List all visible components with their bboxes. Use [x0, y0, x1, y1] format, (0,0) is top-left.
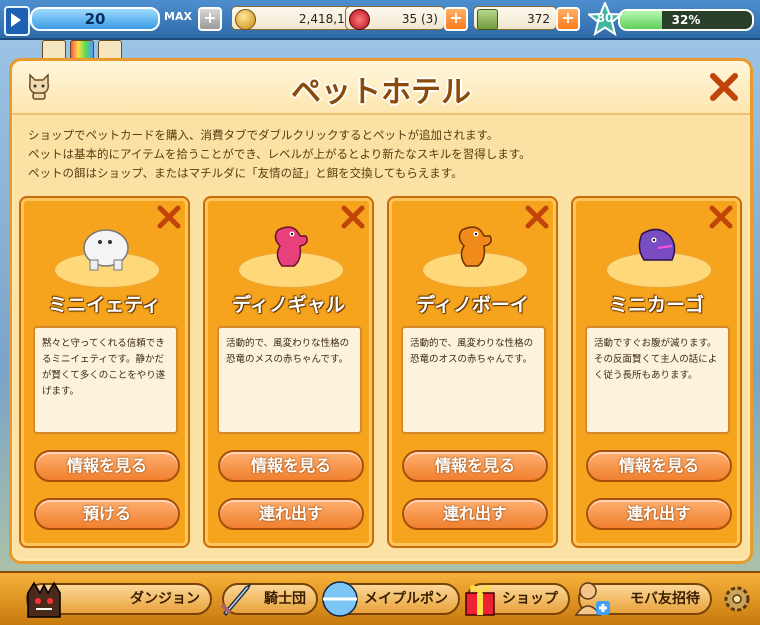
status-bar: 20 MAX + 2,418,106 35 (3) + 372 + 32% 80	[0, 0, 760, 40]
ticket-counter: 372	[473, 6, 557, 30]
desc-line: ペットの餌はショップ、またはマチルダに「友情の証」と餌を交換してもらえます。	[28, 166, 463, 180]
pet-description: 活動的で、風変わりな性格の恐竜のオスの赤ちゃんです。	[401, 326, 546, 434]
gem-plus-button[interactable]: +	[444, 7, 468, 31]
menu-arrow-icon[interactable]	[4, 6, 30, 36]
quick-icon-2[interactable]	[70, 40, 94, 60]
mini-cargo-pet-icon	[628, 220, 688, 272]
dialog-header: ペットホテル	[12, 61, 750, 115]
level-star-icon: 80	[586, 0, 624, 37]
ticket-value: 372	[527, 12, 550, 26]
gold-coin-icon	[235, 9, 256, 30]
pet-name: ディノギャル	[232, 294, 345, 316]
gem-counter: 35 (3)	[345, 6, 445, 30]
nav-label: ショップ	[502, 591, 558, 607]
pet-description: 黙々と守ってくれる信頼できるミニイェティです。静かだが賢くて多くのことをやり遂げ…	[33, 326, 178, 434]
remove-pet-icon[interactable]	[340, 204, 366, 230]
pet-card: ディノボーイ 活動的で、風変わりな性格の恐竜のオスの赤ちゃんです。 情報を見る …	[387, 196, 558, 548]
dino-girl-pet-icon	[260, 220, 320, 272]
bottom-nav: ダンジョン 騎士団 メイプルポン ショップ モバ友招待	[0, 571, 760, 625]
take-out-button[interactable]: 連れ出す	[218, 498, 364, 530]
dialog-title: ペットホテル	[291, 75, 471, 110]
remove-pet-icon[interactable]	[708, 204, 734, 230]
pet-description: 活動的で、風変わりな性格の恐竜のメスの赤ちゃんです。	[217, 326, 362, 434]
nav-dungeon[interactable]: ダンジョン	[26, 581, 212, 618]
take-out-button[interactable]: 連れ出す	[402, 498, 548, 530]
desc-line: ショップでペットカードを購入、消費タブでダブルクリックするとペットが追加されます…	[28, 128, 499, 142]
stamina-plus-button[interactable]: +	[198, 7, 222, 31]
pet-hotel-dialog: ペットホテル ショップでペットカードを購入、消費タブでダブルクリックするとペット…	[9, 58, 753, 564]
gear-icon[interactable]	[722, 584, 752, 614]
friends-plus-icon	[574, 582, 610, 616]
nav-label: メイプルポン	[364, 591, 448, 607]
nav-label: ダンジョン	[130, 591, 200, 607]
pet-name: ミニイェティ	[48, 294, 161, 316]
pet-card: ミニイェティ 黙々と守ってくれる信頼できるミニイェティです。静かだが賢くて多くの…	[19, 196, 190, 548]
stamina-value: 20	[30, 7, 160, 31]
view-info-button[interactable]: 情報を見る	[402, 450, 548, 482]
pet-card: ミニカーゴ 活動ですぐお腹が減ります。その反面賢くて主人の話によく従う長所もあり…	[571, 196, 742, 548]
deposit-button[interactable]: 預ける	[34, 498, 180, 530]
nav-maple-pon[interactable]: メイプルポン	[322, 581, 460, 617]
remove-pet-icon[interactable]	[524, 204, 550, 230]
yeti-pet-icon	[76, 220, 136, 272]
sword-icon	[220, 583, 252, 617]
pet-name: ディノボーイ	[416, 294, 529, 316]
pet-name: ミニカーゴ	[608, 294, 704, 316]
view-info-button[interactable]: 情報を見る	[34, 450, 180, 482]
gift-icon	[465, 585, 495, 616]
ticket-plus-button[interactable]: +	[556, 7, 580, 31]
level-value: 80	[596, 11, 614, 25]
quick-icon-3[interactable]	[98, 40, 122, 60]
capsule-icon	[322, 581, 358, 617]
nav-invite-friends[interactable]: モバ友招待	[574, 582, 712, 616]
dino-boy-pet-icon	[444, 220, 504, 272]
ticket-icon	[477, 9, 498, 30]
nav-knights[interactable]: 騎士団	[220, 583, 318, 617]
nav-label: 騎士団	[264, 591, 306, 607]
take-out-button[interactable]: 連れ出す	[586, 498, 732, 530]
pet-description: 活動ですぐお腹が減ります。その反面賢くて主人の話によく従う長所もあります。	[585, 326, 730, 434]
exp-percent: 32%	[671, 13, 701, 27]
max-label: MAX	[164, 10, 192, 23]
gem-icon	[349, 9, 370, 30]
gem-value: 35 (3)	[401, 12, 438, 26]
view-info-button[interactable]: 情報を見る	[218, 450, 364, 482]
remove-pet-icon[interactable]	[156, 204, 182, 230]
exp-bar: 32%	[618, 9, 754, 31]
desc-line: ペットは基本的にアイテムを拾うことができ、レベルが上がるとより新たなスキルを習得…	[28, 147, 531, 161]
close-icon[interactable]	[708, 71, 740, 103]
pet-card-list: ミニイェティ 黙々と守ってくれる信頼できるミニイェティです。静かだが賢くて多くの…	[19, 196, 745, 550]
dungeon-icon	[27, 581, 61, 618]
dialog-description: ショップでペットカードを購入、消費タブでダブルクリックするとペットが追加されます…	[28, 126, 531, 183]
nav-label: モバ友招待	[630, 591, 700, 607]
pet-card: ディノギャル 活動的で、風変わりな性格の恐竜のメスの赤ちゃんです。 情報を見る …	[203, 196, 374, 548]
nav-shop[interactable]: ショップ	[465, 583, 570, 616]
quick-icon-1[interactable]	[42, 40, 66, 60]
view-info-button[interactable]: 情報を見る	[586, 450, 732, 482]
